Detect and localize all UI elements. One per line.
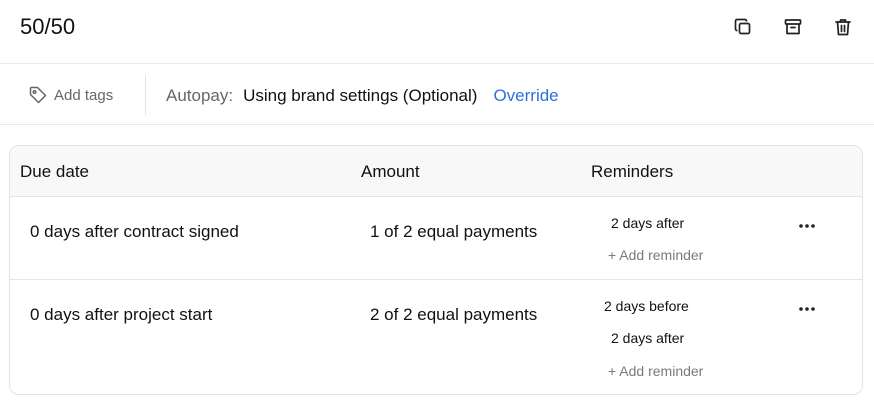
page-title: 50/50 (20, 14, 76, 39)
row-more-button[interactable] (796, 218, 818, 234)
archive-icon (784, 19, 802, 35)
meta-divider (145, 75, 146, 115)
page-header: 50/50 (0, 0, 874, 64)
more-horizontal-icon (799, 307, 815, 311)
duplicate-button[interactable] (732, 14, 754, 40)
due-date-cell: 0 days after project start (30, 305, 213, 324)
autopay-label: Autopay: (166, 86, 234, 105)
due-date-cell: 0 days after contract signed (30, 222, 239, 241)
more-horizontal-icon (799, 224, 815, 228)
autopay-setting: Autopay: Using brand settings (Optional)… (166, 86, 559, 106)
column-header-reminders: Reminders (591, 162, 674, 181)
archive-button[interactable] (782, 14, 804, 40)
delete-button[interactable] (832, 14, 854, 40)
add-reminder-button[interactable]: + Add reminder (608, 363, 703, 379)
override-link[interactable]: Override (493, 86, 558, 106)
column-header-amount: Amount (361, 162, 420, 181)
payment-schedule-table: Due date Amount Reminders 0 days after c… (9, 145, 863, 395)
row-more-button[interactable] (796, 301, 818, 317)
meta-bar: Add tags Autopay: Using brand settings (… (0, 65, 874, 125)
trash-icon (835, 19, 851, 36)
add-tags-button[interactable]: Add tags (28, 85, 113, 105)
reminder-item[interactable]: 2 days after (611, 215, 684, 231)
reminder-item[interactable]: 2 days after (611, 330, 684, 346)
copy-icon (734, 18, 751, 35)
amount-cell: 1 of 2 equal payments (370, 222, 538, 241)
add-reminder-button[interactable]: + Add reminder (608, 247, 703, 263)
amount-cell: 2 of 2 equal payments (370, 305, 538, 324)
table-row: 0 days after contract signed 1 of 2 equa… (10, 197, 862, 280)
table-row: 0 days after project start 2 of 2 equal … (10, 280, 862, 394)
tag-icon (29, 86, 47, 104)
reminder-item[interactable]: 2 days before (604, 298, 689, 314)
column-header-due-date: Due date (20, 162, 89, 181)
table-header: Due date Amount Reminders (10, 146, 862, 197)
autopay-value: Using brand settings (Optional) (243, 86, 478, 105)
add-tags-label: Add tags (54, 86, 114, 104)
